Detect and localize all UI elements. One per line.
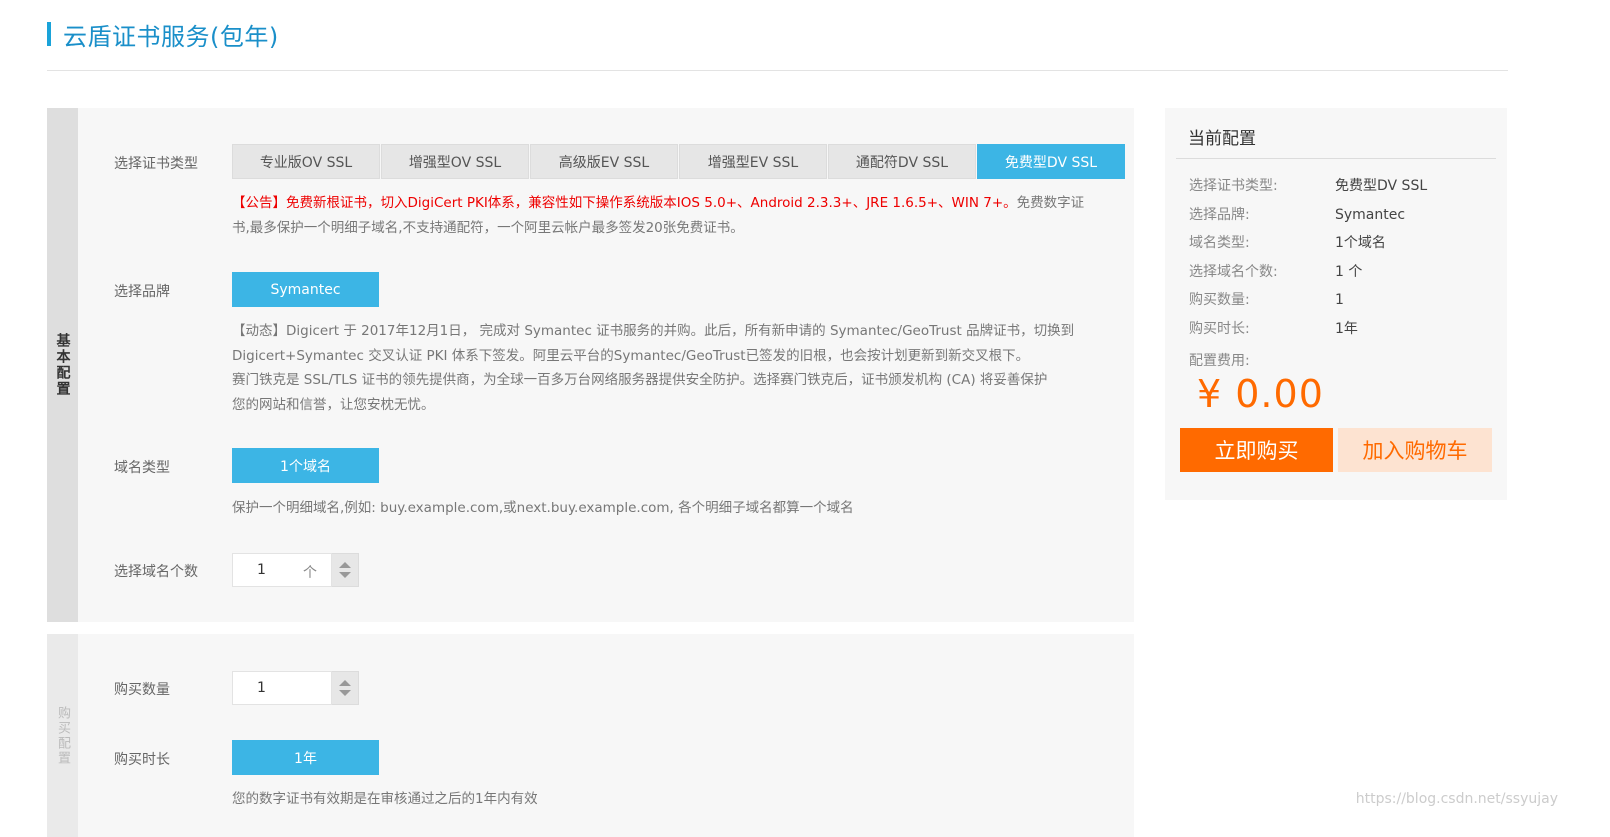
tab-wildcard-dv-ssl[interactable]: 通配符DV SSL <box>828 144 976 179</box>
summary-row-quantity: 购买数量: 1 <box>1189 292 1344 308</box>
tab-pro-ov-ssl[interactable]: 专业版OV SSL <box>232 144 380 179</box>
brand-symantec-button[interactable]: Symantec <box>232 272 379 307</box>
brand-desc-line: 您的网站和信誉，让您安枕无忧。 <box>232 396 435 413</box>
domain-count-label: 选择域名个数 <box>114 564 198 580</box>
summary-title: 当前配置 <box>1188 129 1256 149</box>
quantity-label: 购买数量 <box>114 682 170 698</box>
summary-row-duration: 购买时长: 1年 <box>1189 321 1358 337</box>
tab-free-dv-ssl[interactable]: 免费型DV SSL <box>977 144 1125 179</box>
cert-notice-gray-1: 免费数字证 <box>1016 195 1085 211</box>
summary-row-domain-type: 域名类型: 1个域名 <box>1189 235 1386 251</box>
watermark: https://blog.csdn.net/ssyujay <box>1355 791 1558 807</box>
page-title-text: 云盾证书服务(包年) <box>63 22 279 51</box>
tab-enhanced-ov-ssl[interactable]: 增强型OV SSL <box>381 144 529 179</box>
title-accent-bar <box>47 22 51 46</box>
brand-description: 【动态】Digicert 于 2017年12月1日， 完成对 Symantec … <box>232 319 1132 417</box>
title-divider <box>47 70 1508 71</box>
domain-count-unit: 个 <box>303 565 317 581</box>
basic-config-panel: 基本配置 选择证书类型 专业版OV SSL 增强型OV SSL 高级版EV SS… <box>47 108 1134 622</box>
tab-advanced-ev-ssl[interactable]: 高级版EV SSL <box>530 144 678 179</box>
summary-row-brand: 选择品牌: Symantec <box>1189 207 1406 223</box>
purchase-config-side-label: 购买配置 <box>47 634 78 837</box>
buy-now-button[interactable]: 立即购买 <box>1180 428 1333 472</box>
page-title: 云盾证书服务(包年) <box>47 18 279 51</box>
brand-label: 选择品牌 <box>114 284 170 300</box>
tab-enhanced-ev-ssl[interactable]: 增强型EV SSL <box>679 144 827 179</box>
duration-description: 您的数字证书有效期是在审核通过之后的1年内有效 <box>232 791 538 807</box>
domain-type-description: 保护一个明细域名,例如: buy.example.com,或next.buy.e… <box>232 500 854 516</box>
cert-notice: 【公告】免费新根证书，切入DigiCert PKI体系，兼容性如下操作系统版本I… <box>232 191 1132 240</box>
quantity-stepper: 1 <box>232 671 359 705</box>
cert-notice-gray-2: 书,最多保护一个明细子域名,不支持通配符，一个阿里云帐户最多签发20张免费证书。 <box>232 219 744 236</box>
decrement-icon[interactable] <box>339 572 351 578</box>
price: ¥ 0.00 <box>1197 372 1324 416</box>
cert-notice-red: 【公告】免费新根证书，切入DigiCert PKI体系，兼容性如下操作系统版本I… <box>232 195 1017 211</box>
quantity-input[interactable]: 1 <box>232 671 332 705</box>
current-config-summary: 当前配置 选择证书类型: 免费型DV SSL 选择品牌: Symantec 域名类型… <box>1165 108 1507 500</box>
cert-type-tabs: 专业版OV SSL 增强型OV SSL 高级版EV SSL 增强型EV SSL … <box>232 144 1126 179</box>
duration-1-year-button[interactable]: 1年 <box>232 740 379 775</box>
fee-label: 配置费用: <box>1189 353 1250 369</box>
brand-desc-line: 【动态】Digicert 于 2017年12月1日， 完成对 Symantec … <box>232 323 1075 339</box>
decrement-icon[interactable] <box>339 690 351 696</box>
increment-icon[interactable] <box>339 562 351 568</box>
summary-row-cert-type: 选择证书类型: 免费型DV SSL <box>1189 178 1428 194</box>
brand-desc-line: 赛门铁克是 SSL/TLS 证书的领先提供商，为全球一百多万台网络服务器提供安全… <box>232 372 1048 388</box>
domain-count-arrows <box>332 553 359 587</box>
domain-count-stepper: 1 个 <box>232 553 359 587</box>
quantity-arrows <box>332 671 359 705</box>
domain-count-input[interactable]: 1 个 <box>232 553 332 587</box>
basic-config-side-label: 基本配置 <box>47 108 78 622</box>
cert-type-label: 选择证书类型 <box>114 156 198 172</box>
summary-row-domain-count: 选择域名个数: 1 个 <box>1189 264 1363 280</box>
domain-type-button[interactable]: 1个域名 <box>232 448 379 483</box>
increment-icon[interactable] <box>339 680 351 686</box>
domain-type-label: 域名类型 <box>114 460 170 476</box>
brand-desc-line: Digicert+Symantec 交叉认证 PKI 体系下签发。阿里云平台的S… <box>232 347 1030 364</box>
duration-label: 购买时长 <box>114 752 170 768</box>
summary-divider <box>1176 158 1496 159</box>
add-to-cart-button[interactable]: 加入购物车 <box>1338 428 1492 472</box>
purchase-config-panel: 购买配置 购买数量 1 购买时长 1年 您的数字证书有效期是在审核通过之后的1年… <box>47 634 1134 837</box>
